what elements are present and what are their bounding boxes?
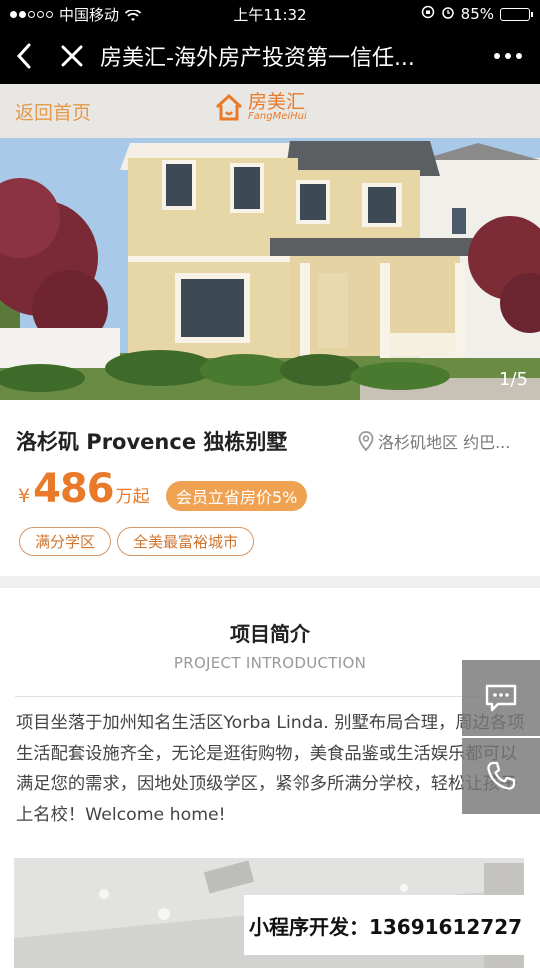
page-title: 房美汇-海外房产投资第一信任...: [100, 46, 415, 71]
back-icon[interactable]: [0, 28, 48, 84]
price-unit: 万起: [115, 487, 150, 507]
price: ¥ 486 万起: [18, 466, 150, 512]
chat-icon: [485, 684, 517, 712]
alarm-icon: [441, 5, 455, 23]
chat-button[interactable]: [462, 660, 540, 736]
section-subtitle: PROJECT INTRODUCTION: [173, 654, 367, 672]
section-title: 项目简介: [230, 622, 310, 646]
nav-bar: 房美汇-海外房产投资第一信任...: [0, 28, 540, 84]
tag-school-district: 满分学区: [19, 527, 112, 556]
logo-name: 房美汇: [248, 90, 306, 113]
back-home-link[interactable]: 返回首页: [15, 98, 91, 125]
image-page-counter: 1/5: [499, 369, 528, 390]
tag-list: 满分学区 全美最富裕城市: [19, 527, 255, 556]
signal-icon: [10, 10, 53, 18]
section-divider: [0, 576, 540, 588]
tag-wealthy-city: 全美最富裕城市: [117, 527, 255, 556]
rotation-lock-icon: [421, 5, 435, 23]
price-currency: ¥: [18, 485, 31, 507]
price-value: 486: [33, 466, 114, 512]
property-title: 洛杉矶 Provence 独栋别墅: [16, 430, 288, 454]
battery-icon: [500, 7, 533, 21]
location-text: 洛杉矶地区 约巴...: [378, 433, 511, 452]
status-time: 上午11:32: [233, 5, 307, 24]
location[interactable]: 洛杉矶地区 约巴...: [358, 429, 530, 453]
more-icon[interactable]: [476, 28, 540, 84]
wifi-icon: [124, 8, 142, 21]
property-info: 洛杉矶 Provence 独栋别墅 洛杉矶地区 约巴... ¥ 486 万起 会…: [0, 400, 540, 576]
close-icon[interactable]: [48, 28, 96, 84]
status-bar: 中国移动 上午11:32 85%: [0, 0, 540, 28]
battery-percent: 85%: [460, 5, 494, 23]
location-pin-icon: [358, 431, 374, 451]
ad-banner[interactable]: 小程序开发：13691612727: [244, 895, 527, 955]
carrier-label: 中国移动: [59, 5, 120, 24]
house-logo-icon: [215, 93, 243, 121]
phone-button[interactable]: [462, 738, 540, 814]
divider-line: [15, 696, 525, 697]
hero-image[interactable]: 1/5: [0, 138, 540, 400]
logo-name-en: FangMeiHui: [248, 110, 307, 122]
member-discount-badge: 会员立省房价5%: [166, 481, 308, 511]
section-description: 项目坐落于加州知名生活区Yorba Linda. 别墅布局合理，周边各项生活配套…: [16, 713, 525, 825]
logo: 房美汇 FangMeiHui: [214, 92, 307, 122]
header-strip: 返回首页 房美汇 FangMeiHui: [0, 84, 540, 138]
phone-icon: [487, 761, 516, 790]
